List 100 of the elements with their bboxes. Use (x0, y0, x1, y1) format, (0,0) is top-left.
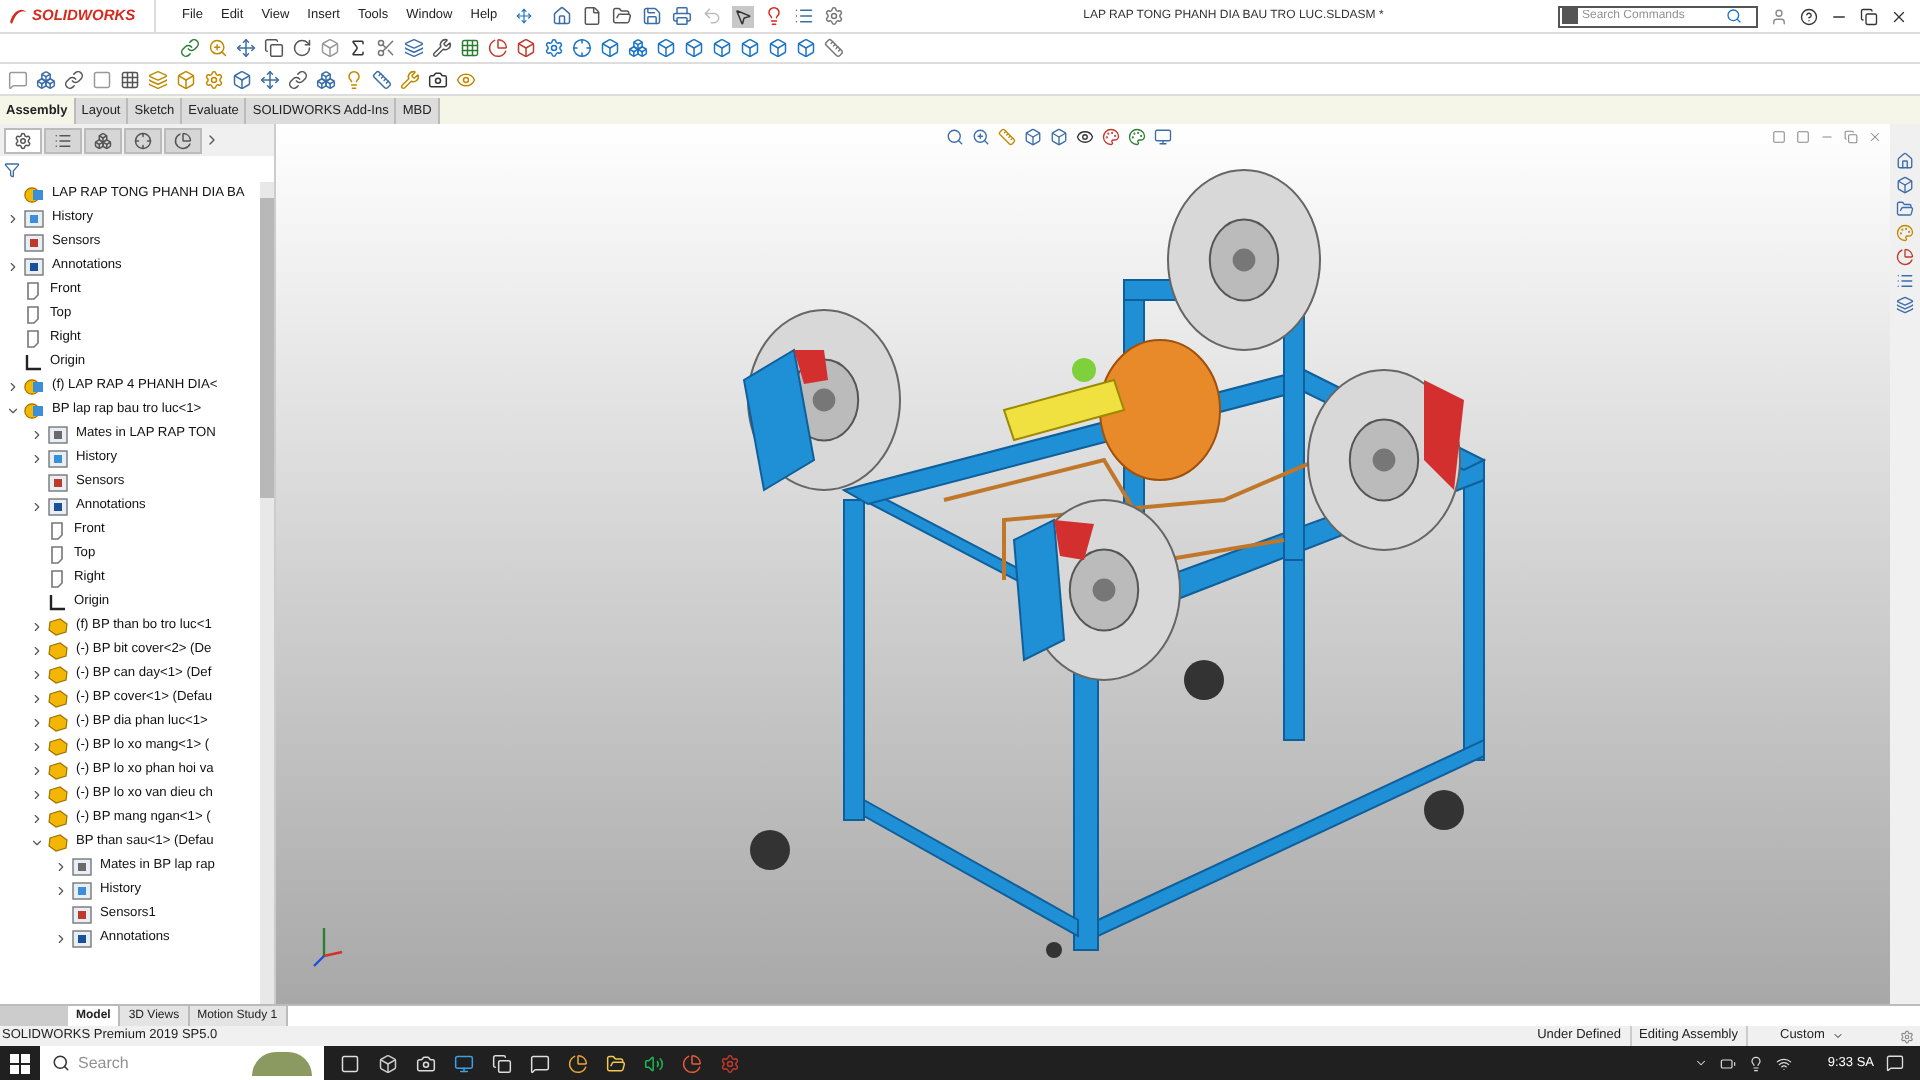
wrench-icon[interactable] (432, 38, 452, 58)
comment-icon[interactable] (8, 69, 28, 89)
annotation-folder-icon (24, 257, 44, 275)
save-icon[interactable] (641, 6, 662, 26)
view-cube-icon[interactable] (1050, 127, 1068, 145)
taskbar-search-box[interactable]: Search (40, 1046, 324, 1080)
ruler-icon[interactable] (998, 127, 1016, 145)
cube-icon[interactable] (656, 38, 676, 58)
help-icon[interactable] (1800, 7, 1818, 25)
sensor-folder-icon (48, 473, 68, 491)
layers-icon[interactable] (404, 38, 424, 58)
chart-icon[interactable] (488, 38, 508, 58)
history-folder-icon (48, 449, 68, 467)
search-icon[interactable] (1726, 8, 1742, 24)
rotate-icon[interactable] (292, 38, 312, 58)
tray-icon[interactable] (1747, 1055, 1764, 1071)
tray-caret-icon[interactable] (1693, 1056, 1708, 1070)
cube-icon[interactable] (1896, 176, 1914, 194)
box-icon[interactable] (320, 38, 340, 58)
windows-start-icon[interactable] (10, 1053, 30, 1073)
home-icon[interactable] (551, 6, 572, 26)
zoom-icon[interactable] (972, 127, 990, 145)
cube-icon[interactable] (1024, 127, 1042, 145)
display-manager-tab[interactable] (164, 127, 202, 153)
cube-icon[interactable] (176, 69, 196, 89)
cube-icon[interactable] (712, 38, 732, 58)
palette-icon[interactable] (1896, 224, 1914, 242)
history-folder-icon (24, 209, 44, 227)
dimxpert-tab[interactable] (124, 127, 162, 153)
assembly-icon (24, 185, 44, 203)
home-icon[interactable] (1896, 152, 1914, 170)
layers-icon[interactable] (1896, 296, 1914, 314)
scissors-icon[interactable] (376, 38, 396, 58)
ruler-icon[interactable] (824, 38, 844, 58)
pattern-icon[interactable] (120, 69, 140, 89)
camera-icon[interactable] (428, 69, 448, 89)
settings-icon[interactable] (1900, 1029, 1914, 1043)
restore-icon[interactable] (1860, 7, 1878, 25)
monitor-icon[interactable] (1154, 127, 1172, 145)
chart-icon[interactable] (1896, 248, 1914, 266)
palette-icon[interactable] (1128, 127, 1146, 145)
ruler-icon[interactable] (372, 69, 392, 89)
property-manager-tab[interactable] (44, 127, 82, 153)
notification-icon[interactable] (1886, 1054, 1904, 1072)
print-icon[interactable] (671, 6, 692, 26)
annotation-folder-icon (72, 929, 92, 947)
annotation-folder-icon (48, 497, 68, 515)
gear-icon[interactable] (204, 69, 224, 89)
folder-icon[interactable] (1896, 200, 1914, 218)
sensor-folder-icon (24, 233, 44, 251)
cube-icon[interactable] (684, 38, 704, 58)
history-folder-icon (72, 881, 92, 899)
assembly-icon (24, 377, 44, 395)
parts-icon[interactable] (316, 69, 336, 89)
more-tabs-icon[interactable] (204, 132, 220, 148)
zoom-icon[interactable] (208, 38, 228, 58)
cube-icon[interactable] (796, 38, 816, 58)
move-icon[interactable] (260, 69, 280, 89)
grid-icon[interactable] (460, 38, 480, 58)
command-icon (1562, 8, 1578, 24)
settings-icon[interactable] (823, 6, 844, 26)
bulb-icon[interactable] (344, 69, 364, 89)
feature-manager-tab[interactable] (4, 127, 42, 153)
cube-icon[interactable] (232, 69, 252, 89)
cube-icon[interactable] (768, 38, 788, 58)
new-file-icon[interactable] (581, 6, 602, 26)
task-view-icon[interactable] (340, 1053, 360, 1073)
search-icon[interactable] (946, 127, 964, 145)
crosshair-icon[interactable] (572, 38, 592, 58)
network-icon[interactable] (1775, 1055, 1792, 1071)
origin-icon (24, 353, 42, 371)
parts-icon[interactable] (36, 69, 56, 89)
eye-icon[interactable] (1076, 127, 1094, 145)
palette-icon[interactable] (1102, 127, 1120, 145)
open-folder-icon[interactable] (611, 6, 632, 26)
sigma-icon[interactable] (348, 38, 368, 58)
cube-icon[interactable] (516, 38, 536, 58)
list-icon[interactable] (1896, 272, 1914, 290)
scrollbar[interactable] (260, 182, 274, 1004)
select-button[interactable] (731, 5, 754, 27)
mates-folder-icon (48, 425, 68, 443)
taskbar-search-field[interactable]: Search (78, 1051, 198, 1075)
close-icon[interactable] (1890, 7, 1908, 25)
cubes-icon[interactable] (628, 38, 648, 58)
copy-icon[interactable] (264, 38, 284, 58)
layers-icon[interactable] (148, 69, 168, 89)
filter-icon[interactable] (4, 161, 20, 177)
configuration-tab[interactable] (84, 127, 122, 153)
move-icon[interactable] (236, 38, 256, 58)
caret-icon (1832, 1030, 1845, 1042)
gear-icon[interactable] (544, 38, 564, 58)
assembly-icon (24, 401, 44, 419)
user-icon[interactable] (1770, 7, 1788, 25)
axis-triad-icon (312, 924, 344, 968)
link-icon[interactable] (180, 38, 200, 58)
battery-icon[interactable] (1719, 1055, 1736, 1071)
frame-icon[interactable] (92, 69, 112, 89)
link-icon[interactable] (288, 69, 308, 89)
cube-icon[interactable] (600, 38, 620, 58)
cube-icon[interactable] (740, 38, 760, 58)
